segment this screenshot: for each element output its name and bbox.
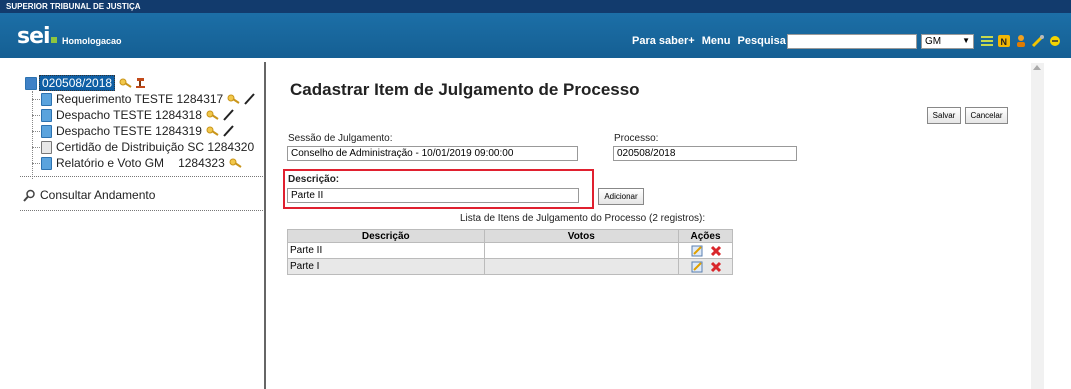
delete-icon[interactable] [710,245,722,257]
notes-icon[interactable]: N [997,34,1011,48]
cell-votos [483,258,680,275]
pesquisa-link[interactable]: Pesquisa [738,35,786,47]
tree-doc-relatorio[interactable]: Relatório e Voto GM 1284323 [32,155,265,171]
para-saber-link[interactable]: Para saber+ [632,35,695,47]
key-icon [206,110,219,120]
separator [20,176,263,177]
logo-dot [51,37,57,43]
unit-value: GM [925,36,942,47]
tree-process-row[interactable]: 020508/2018 [25,75,265,91]
consultar-label[interactable]: Consultar Andamento [40,188,155,202]
process-tree: 020508/2018 Requerimento TESTE 1284317 D… [25,75,265,179]
org-name: SUPERIOR TRIBUNAL DE JUSTIÇA [6,2,141,11]
panel-divider[interactable] [264,62,266,389]
org-bar: SUPERIOR TRIBUNAL DE JUSTIÇA [0,0,1071,13]
table-row: Parte II [287,242,733,259]
table-header-row: Descrição Votos Ações [287,229,733,243]
cell-acoes [678,258,733,275]
key-icon [206,126,219,136]
tools-icon[interactable] [1031,34,1045,48]
process-icon [25,76,37,90]
processo-field[interactable]: 020508/2018 [613,146,797,161]
delete-icon[interactable] [710,261,722,273]
pen-icon [244,93,255,105]
col-acoes: Ações [678,229,733,243]
chevron-down-icon: ▼ [962,36,970,45]
edit-icon[interactable] [691,245,703,257]
add-button[interactable]: Adicionar [598,188,644,205]
doc-label[interactable]: Requerimento TESTE 1284317 [56,92,223,106]
user-icon[interactable] [1014,34,1028,48]
col-descricao[interactable]: Descrição [287,229,485,243]
tree-connector [32,91,33,179]
left-panel: 020508/2018 Requerimento TESTE 1284317 D… [0,58,265,389]
separator [20,210,263,211]
process-number[interactable]: 020508/2018 [39,75,116,91]
tree-doc-requerimento[interactable]: Requerimento TESTE 1284317 [32,91,265,107]
save-button[interactable]: Salvar [927,107,961,124]
tree-doc-despacho-1[interactable]: Despacho TESTE 1284318 [32,107,265,123]
header: sei Homologacao Para saber+ Menu Pesquis… [0,13,1071,58]
doc-label[interactable]: Despacho TESTE 1284318 [56,108,202,122]
document-icon [41,92,52,106]
key-icon [227,94,240,104]
tree-doc-despacho-2[interactable]: Despacho TESTE 1284319 [32,123,265,139]
document-icon [41,156,52,170]
key-icon [229,158,242,168]
cell-descricao: Parte I [287,258,485,275]
scroll-up-arrow[interactable] [1033,65,1041,70]
sei-logo[interactable]: sei [17,24,51,49]
document-icon [41,124,52,138]
nav-links: Para saber+ Menu Pesquisa [632,35,790,47]
list-icon[interactable] [980,34,994,48]
exit-icon[interactable] [1048,34,1062,48]
header-icons: N [980,32,1062,50]
sessao-label: Sessão de Julgamento: [288,133,393,144]
main-content: Cadastrar Item de Julgamento de Processo… [270,58,1030,389]
consultar-andamento-link[interactable]: Consultar Andamento [23,188,155,202]
descricao-label: Descrição: [288,174,340,185]
doc-label[interactable]: Certidão de Distribuição SC 1284320 [56,140,254,154]
cancel-button[interactable]: Cancelar [965,107,1008,124]
doc-number[interactable]: 1284323 [178,156,225,170]
cell-descricao: Parte II [287,242,485,259]
tree-doc-certidao[interactable]: Certidão de Distribuição SC 1284320 [32,139,265,155]
cell-acoes [678,242,733,259]
pen-icon [223,109,234,121]
cell-votos [483,242,680,259]
certificate-icon [41,140,52,154]
table-row: Parte I [287,258,733,275]
page-title: Cadastrar Item de Julgamento de Processo [290,80,640,99]
doc-label[interactable]: Relatório e Voto GM [56,156,164,170]
unit-select[interactable]: GM ▼ [921,34,974,49]
items-table: Descrição Votos Ações Parte II Parte I [287,229,733,275]
processo-label: Processo: [614,133,659,144]
pen-icon [223,125,234,137]
key-icon [119,78,132,88]
svg-text:N: N [1001,37,1008,47]
search-input[interactable] [787,34,917,49]
menu-link[interactable]: Menu [702,35,731,47]
edit-icon[interactable] [691,261,703,273]
environment-label: Homologacao [62,36,122,46]
list-caption: Lista de Itens de Julgamento do Processo… [460,213,706,224]
descricao-input[interactable]: Parte II [287,188,579,203]
col-votos[interactable]: Votos [483,229,680,243]
gavel-icon [136,78,146,88]
magnifier-icon [23,189,35,202]
vertical-scrollbar[interactable] [1031,63,1044,389]
sessao-field[interactable]: Conselho de Administração - 10/01/2019 0… [287,146,578,161]
doc-label[interactable]: Despacho TESTE 1284319 [56,124,202,138]
document-icon [41,108,52,122]
